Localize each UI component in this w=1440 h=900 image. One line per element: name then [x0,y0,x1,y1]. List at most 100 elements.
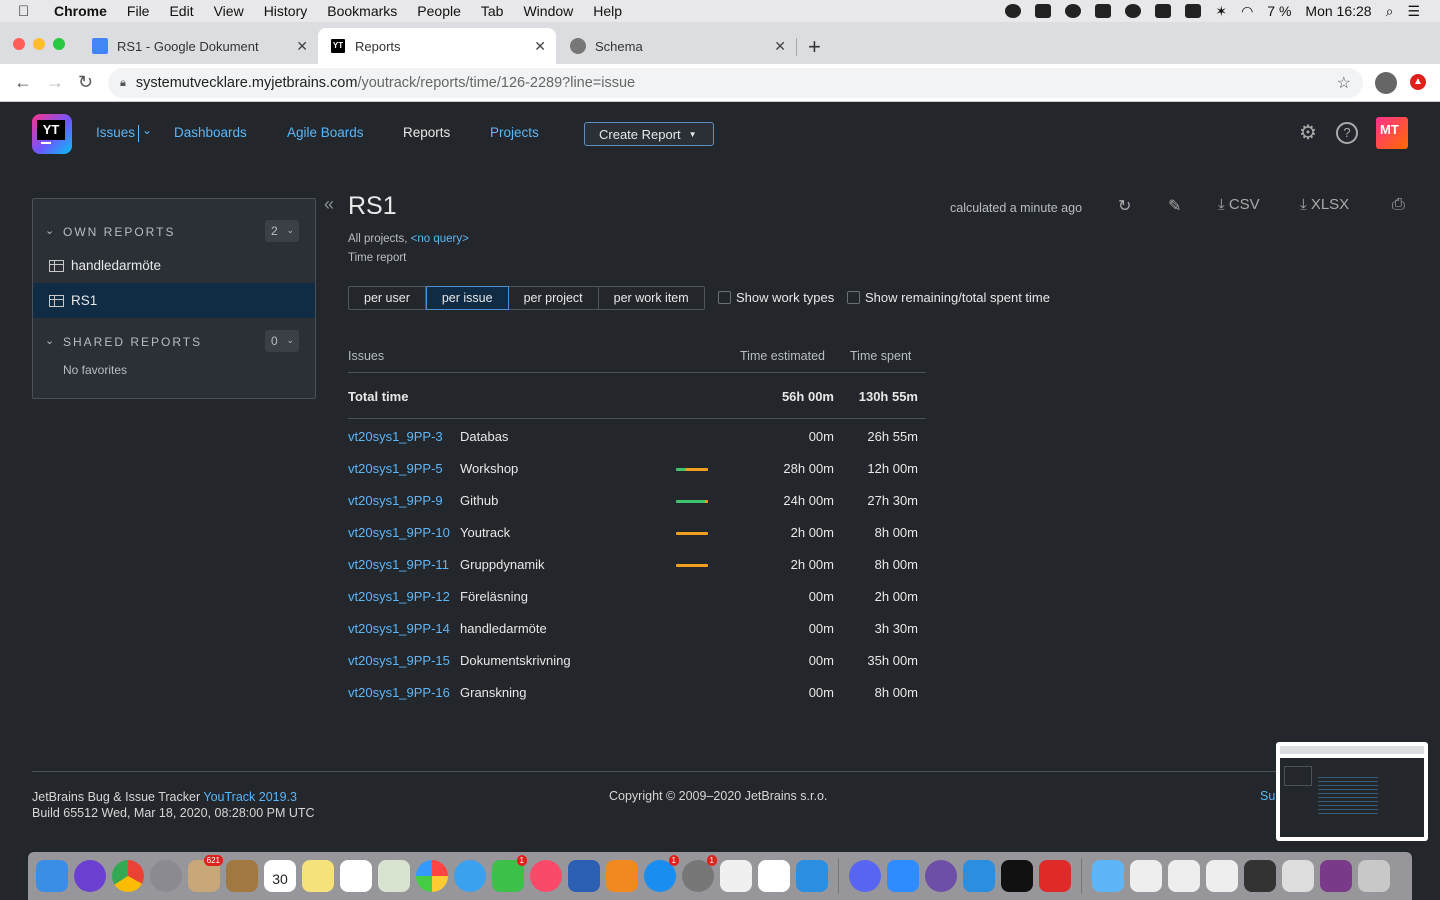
mail-icon[interactable]: 621 [188,855,223,892]
menu-people[interactable]: People [417,3,461,19]
column-issues[interactable]: Issues [348,349,384,363]
checkbox-box[interactable] [847,291,860,304]
shared-reports-section[interactable]: ⌄ SHARED REPORTS 0 ⌄ [33,327,315,357]
own-reports-count[interactable]: 2 ⌄ [265,220,299,242]
calendar-icon[interactable]: 30 [264,860,296,892]
create-report-button[interactable]: Create Report ▼ [584,122,714,146]
youtrack-logo[interactable]: YT [32,114,72,154]
books-icon[interactable] [606,860,638,892]
launchpad-icon[interactable] [150,860,182,892]
issue-id-link[interactable]: vt20sys1_9PP-9 [348,493,443,508]
minimize-window-button[interactable] [33,38,45,50]
apple-icon[interactable]:  [18,3,40,20]
issue-id-link[interactable]: vt20sys1_9PP-11 [348,557,449,572]
issue-id-link[interactable]: vt20sys1_9PP-3 [348,429,443,444]
bluetooth-icon[interactable]: ✶ [1215,3,1227,20]
reload-icon[interactable]: ↻ [78,72,93,93]
checkbox-box[interactable] [718,291,731,304]
collapse-sidebar-icon[interactable]: « [324,194,334,215]
zoom-window-button[interactable] [53,38,65,50]
system-preferences-icon[interactable]: 1 [682,855,717,892]
menu-tab[interactable]: Tab [481,3,504,19]
close-window-button[interactable] [13,38,25,50]
shared-reports-count[interactable]: 0 ⌄ [265,330,299,352]
menu-edit[interactable]: Edit [169,3,193,19]
browser-tab-active[interactable]: YT Reports ✕ [318,28,556,64]
document-icon[interactable] [1130,860,1162,892]
nav-issues[interactable]: Issues [96,125,135,140]
close-icon[interactable]: ✕ [296,38,308,55]
music-icon[interactable] [530,860,562,892]
group-per-user-button[interactable]: per user [349,287,426,309]
clock[interactable]: Mon 16:28 [1305,3,1371,19]
issue-id-link[interactable]: vt20sys1_9PP-14 [348,621,450,636]
export-xlsx-button[interactable]: ⤓ XLSX [1300,196,1349,213]
group-per-issue-button[interactable]: per issue [425,286,509,310]
vscode-icon[interactable] [963,860,995,892]
browser-tab[interactable]: RS1 - Google Dokument ✕ [80,28,318,64]
back-icon[interactable]: ← [14,72,32,93]
user-avatar[interactable]: MT [1376,117,1408,149]
slack-icon[interactable] [758,860,790,892]
airplay-icon[interactable] [1185,4,1202,18]
nav-projects[interactable]: Projects [490,125,539,140]
status-icon[interactable] [1125,4,1142,18]
chevron-down-icon[interactable]: ⌄ [45,224,54,237]
issue-id-link[interactable]: vt20sys1_9PP-16 [348,685,450,700]
status-icon[interactable] [1035,4,1052,18]
menu-history[interactable]: History [264,3,308,19]
chevron-down-icon[interactable]: ⌄ [142,123,152,137]
spotlight-icon[interactable]: ⌕ [1386,3,1394,20]
word-icon[interactable] [568,860,600,892]
column-time-estimated[interactable]: Time estimated [740,349,825,363]
github-desktop-icon[interactable] [925,860,957,892]
issue-id-link[interactable]: vt20sys1_9PP-15 [348,653,450,668]
trash-icon[interactable] [1358,860,1390,892]
refresh-icon[interactable]: ↻ [1118,196,1131,216]
document-icon[interactable] [1168,860,1200,892]
lock-icon[interactable]: 🔒︎ [120,77,126,90]
creative-cloud-icon[interactable] [1065,4,1082,18]
menu-help[interactable]: Help [593,3,622,19]
show-work-types-checkbox[interactable]: Show work types [718,290,834,305]
show-remaining-checkbox[interactable]: Show remaining/total spent time [847,290,1050,305]
menu-file[interactable]: File [127,3,150,19]
column-time-spent[interactable]: Time spent [850,349,911,363]
photos-icon[interactable] [416,860,448,892]
screenshot-thumbnail[interactable] [1276,742,1428,841]
wifi-icon[interactable]: ◠ [1241,3,1253,20]
messages-icon[interactable] [454,860,486,892]
close-icon[interactable]: ✕ [534,38,546,55]
textedit-icon[interactable] [720,860,752,892]
menu-window[interactable]: Window [523,3,573,19]
footer-support-link[interactable]: Su [1260,789,1275,803]
forward-icon[interactable]: → [46,72,64,93]
zoom-icon[interactable] [887,860,919,892]
group-per-project-button[interactable]: per project [509,287,599,309]
issue-id-link[interactable]: vt20sys1_9PP-10 [348,525,450,540]
settings-gear-icon[interactable]: ⚙ [1297,122,1319,144]
maps-icon[interactable] [378,860,410,892]
help-icon[interactable]: ? [1336,122,1358,144]
stack-icon[interactable] [1320,860,1352,892]
group-per-work-item-button[interactable]: per work item [599,287,704,309]
issue-id-link[interactable]: vt20sys1_9PP-12 [348,589,450,604]
discord-icon[interactable] [849,860,881,892]
nav-agile-boards[interactable]: Agile Boards [287,125,364,140]
sidebar-item-report-selected[interactable]: RS1 [33,283,315,318]
own-reports-section[interactable]: ⌄ OWN REPORTS 2 ⌄ [33,217,315,247]
close-icon[interactable]: ✕ [774,38,786,55]
chevron-down-icon[interactable]: ⌄ [45,334,54,347]
address-bar[interactable]: 🔒︎ systemutvecklare.myjetbrains.com /you… [108,68,1363,98]
finder-icon[interactable] [36,860,68,892]
folder-icon[interactable] [1092,860,1124,892]
bookmark-star-icon[interactable]: ☆ [1337,73,1351,93]
issue-id-link[interactable]: vt20sys1_9PP-5 [348,461,443,476]
document-icon[interactable] [1206,860,1238,892]
notes-book-icon[interactable] [226,860,258,892]
cloud-icon[interactable] [1155,4,1172,18]
notification-center-icon[interactable]: ☰ [1407,3,1420,20]
chrome-icon[interactable] [112,860,144,892]
screenshot-icon[interactable] [1244,860,1276,892]
new-tab-button[interactable]: + [808,34,821,60]
